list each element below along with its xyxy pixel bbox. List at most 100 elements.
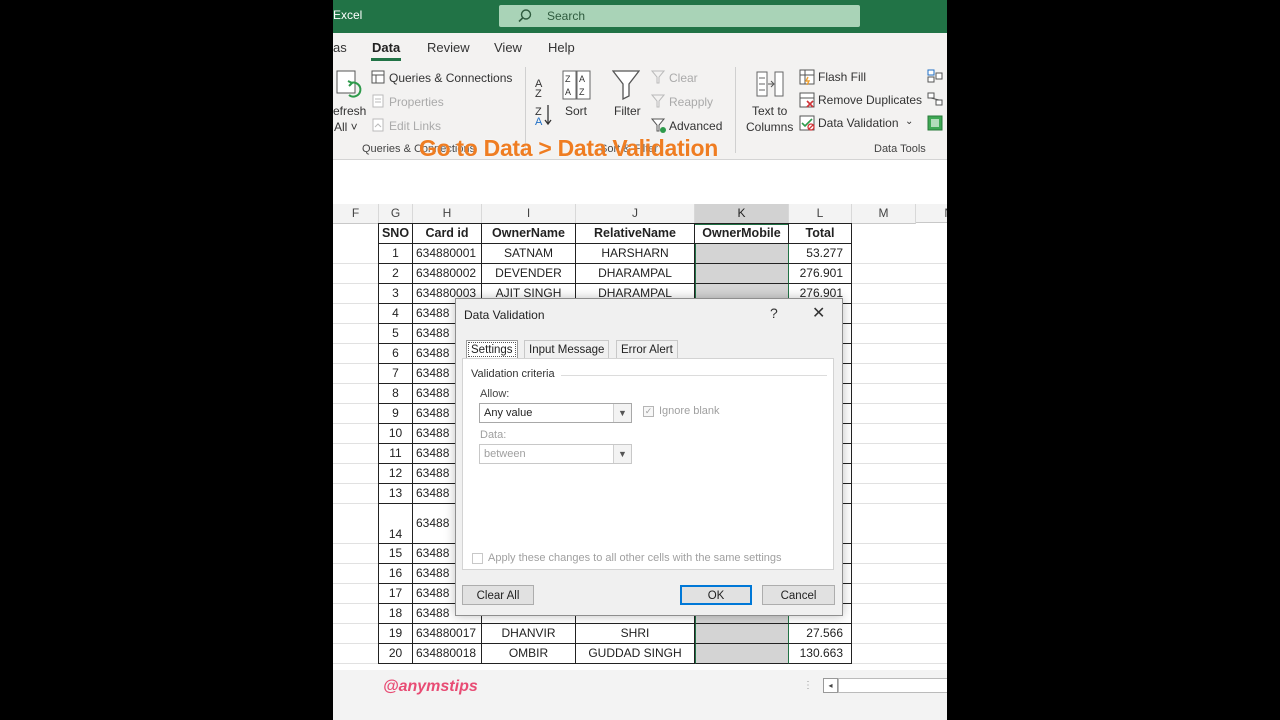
sno-cell[interactable]: 15 (379, 544, 413, 564)
column-header-f[interactable]: F (333, 204, 379, 224)
sno-cell[interactable]: 12 (379, 464, 413, 484)
table-cell[interactable]: DHANVIR (482, 624, 576, 644)
tutorial-caption: Go to Data > Data Validation (419, 135, 718, 161)
table-cell[interactable]: 634880002 (413, 264, 482, 284)
header-cell[interactable]: OwnerMobile (695, 224, 789, 244)
column-header-j[interactable]: J (576, 204, 695, 224)
gridline (852, 623, 947, 624)
cancel-button[interactable]: Cancel (762, 585, 835, 605)
properties-button[interactable]: Properties (389, 95, 444, 109)
table-cell[interactable]: 27.566 (789, 624, 852, 644)
refresh-all-button[interactable]: efresh (333, 104, 366, 118)
tab-error-alert[interactable]: Error Alert (616, 340, 678, 359)
flash-fill-button[interactable]: Flash Fill (818, 70, 866, 84)
data-validation-icon (799, 115, 815, 131)
column-header-h[interactable]: H (413, 204, 482, 224)
header-cell[interactable]: Card id (413, 224, 482, 244)
sno-cell[interactable]: 9 (379, 404, 413, 424)
search-box[interactable]: Search (499, 5, 860, 27)
tab-formulas[interactable]: as (333, 40, 347, 55)
column-header-n[interactable]: N (916, 204, 947, 223)
ignore-blank-checkbox[interactable]: ✓ (643, 406, 654, 417)
tab-settings[interactable]: Settings (466, 340, 518, 359)
tab-review[interactable]: Review (427, 40, 470, 55)
sno-cell[interactable]: 2 (379, 264, 413, 284)
column-header-i[interactable]: I (482, 204, 576, 224)
filter-button[interactable]: Filter (614, 104, 641, 118)
header-cell[interactable]: OwnerName (482, 224, 576, 244)
gridline (333, 623, 378, 624)
edit-links-button[interactable]: Edit Links (389, 119, 441, 133)
allow-value: Any value (484, 407, 533, 419)
tab-help[interactable]: Help (548, 40, 575, 55)
sno-cell[interactable]: 10 (379, 424, 413, 444)
table-cell[interactable]: GUDDAD SINGH (576, 644, 695, 664)
data-validation-button[interactable]: Data Validation (818, 116, 899, 130)
sno-cell[interactable]: 13 (379, 484, 413, 504)
advanced-button[interactable]: Advanced (669, 119, 722, 133)
column-header-l[interactable]: L (789, 204, 852, 224)
tab-view[interactable]: View (494, 40, 522, 55)
column-header-m[interactable]: M (852, 204, 916, 224)
sno-cell[interactable]: 7 (379, 364, 413, 384)
table-cell[interactable] (695, 264, 789, 284)
close-icon[interactable]: ✕ (812, 303, 825, 323)
sno-cell[interactable]: 1 (379, 244, 413, 264)
table-cell[interactable]: SATNAM (482, 244, 576, 264)
clear-all-button[interactable]: Clear All (462, 585, 534, 605)
gridline (852, 343, 947, 344)
clear-button[interactable]: Clear (669, 71, 698, 85)
table-cell[interactable]: 276.901 (789, 264, 852, 284)
header-cell[interactable]: RelativeName (576, 224, 695, 244)
remove-duplicates-button[interactable]: Remove Duplicates (818, 93, 922, 107)
svg-text:A: A (565, 87, 571, 97)
sno-cell[interactable]: 16 (379, 564, 413, 584)
sno-cell[interactable]: 20 (379, 644, 413, 664)
sno-cell[interactable]: 8 (379, 384, 413, 404)
sno-cell[interactable]: 18 (379, 604, 413, 624)
table-cell[interactable]: HARSHARN (576, 244, 695, 264)
column-header-g[interactable]: G (379, 204, 413, 224)
sno-cell[interactable]: 14 (379, 504, 413, 544)
table-cell[interactable] (695, 624, 789, 644)
table-cell[interactable] (695, 644, 789, 664)
data-validation-dropdown-chevron-icon[interactable]: ⌄ (905, 116, 913, 127)
table-cell[interactable]: 634880001 (413, 244, 482, 264)
text-to-columns-button-line1[interactable]: Text to (752, 104, 787, 118)
refresh-all-dropdown[interactable]: All ˅ (334, 120, 358, 134)
table-cell[interactable] (695, 244, 789, 264)
sort-button[interactable]: Sort (565, 104, 587, 118)
sno-cell[interactable]: 6 (379, 344, 413, 364)
table-cell[interactable]: OMBIR (482, 644, 576, 664)
tab-input-message[interactable]: Input Message (524, 340, 610, 359)
table-cell[interactable]: DEVENDER (482, 264, 576, 284)
allow-select[interactable]: Any value ▼ (479, 403, 632, 423)
horizontal-scrollbar[interactable] (838, 678, 947, 693)
data-operator-select[interactable]: between ▼ (479, 444, 632, 464)
table-cell[interactable]: SHRI (576, 624, 695, 644)
table-cell[interactable]: 53.277 (789, 244, 852, 264)
table-cell[interactable]: DHARAMPAL (576, 264, 695, 284)
help-icon[interactable]: ? (770, 305, 778, 321)
ok-button[interactable]: OK (680, 585, 752, 605)
scroll-left-arrow-icon[interactable]: ◂ (823, 678, 838, 693)
table-cell[interactable]: 130.663 (789, 644, 852, 664)
header-cell[interactable]: SNO (379, 224, 413, 244)
gridline (852, 463, 947, 464)
reapply-button[interactable]: Reapply (669, 95, 713, 109)
sno-cell[interactable]: 5 (379, 324, 413, 344)
apply-all-checkbox[interactable] (472, 553, 483, 564)
table-cell[interactable]: 634880017 (413, 624, 482, 644)
sno-cell[interactable]: 17 (379, 584, 413, 604)
text-to-columns-button-line2[interactable]: Columns (746, 120, 793, 134)
column-header-k[interactable]: K (695, 204, 789, 225)
sno-cell[interactable]: 19 (379, 624, 413, 644)
sno-cell[interactable]: 4 (379, 304, 413, 324)
sno-cell[interactable]: 11 (379, 444, 413, 464)
tab-data[interactable]: Data (372, 40, 400, 55)
table-cell[interactable]: 634880018 (413, 644, 482, 664)
sno-cell[interactable]: 3 (379, 284, 413, 304)
queries-connections-button[interactable]: Queries & Connections (389, 71, 512, 85)
header-cell[interactable]: Total (789, 224, 852, 244)
gridline (852, 543, 947, 544)
